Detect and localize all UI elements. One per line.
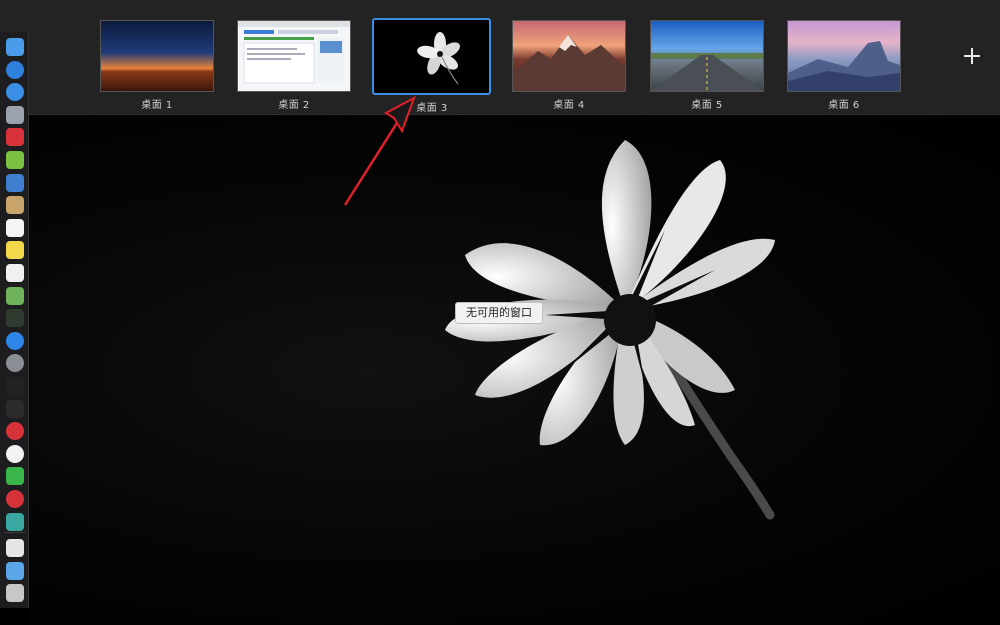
netease-music-icon[interactable] — [6, 490, 24, 508]
road-thumbnail — [651, 53, 763, 91]
activity-monitor-icon[interactable] — [6, 377, 24, 395]
plus-icon[interactable] — [961, 45, 983, 67]
space-5[interactable]: 桌面 5 — [650, 20, 764, 111]
flower-wallpaper — [445, 140, 775, 520]
space-3-label: 桌面 3 — [416, 103, 448, 114]
space-5-label: 桌面 5 — [691, 100, 723, 111]
preview-icon[interactable] — [6, 173, 24, 192]
notebook-icon[interactable] — [6, 196, 24, 215]
space-1-label: 桌面 1 — [141, 100, 173, 111]
yosemite-thumbnail — [788, 41, 900, 91]
app-store-icon[interactable] — [6, 331, 24, 350]
space-4[interactable]: 桌面 4 — [512, 20, 626, 111]
space-4-label: 桌面 4 — [553, 100, 585, 111]
finder-icon[interactable] — [6, 38, 24, 56]
launchpad-icon[interactable] — [6, 105, 24, 124]
spaces-bar: 桌面 1 桌面 2 桌面 3 桌面 4 桌面 5 桌面 6 — [0, 0, 1000, 115]
wechat-icon[interactable] — [6, 467, 24, 486]
desktop-wallpaper — [30, 115, 1000, 625]
music-icon[interactable] — [6, 539, 24, 558]
app-red-icon[interactable] — [6, 128, 24, 147]
space-2[interactable]: 桌面 2 — [237, 20, 351, 111]
android-icon[interactable] — [6, 151, 24, 169]
trash-icon[interactable] — [6, 584, 24, 603]
maps-icon[interactable] — [6, 286, 24, 305]
terminal-green-icon[interactable] — [6, 309, 24, 328]
space-6-thumbnail[interactable] — [787, 20, 901, 92]
vivaldi-icon[interactable] — [6, 422, 24, 441]
notes-icon[interactable] — [6, 241, 24, 260]
space-4-thumbnail[interactable] — [512, 20, 626, 92]
folder-icon[interactable] — [6, 561, 24, 580]
mountain-thumbnail — [513, 35, 625, 91]
browser-window-thumbnail — [238, 21, 350, 84]
dock — [0, 32, 29, 608]
dock-separator — [4, 532, 26, 534]
app-teal-icon[interactable] — [6, 512, 24, 531]
yandex-icon[interactable] — [6, 444, 24, 463]
space-6-label: 桌面 6 — [828, 100, 860, 111]
space-5-thumbnail[interactable] — [650, 20, 764, 92]
space-3-thumbnail[interactable] — [372, 18, 491, 95]
calendar-icon[interactable] — [6, 218, 24, 237]
system-preferences-icon[interactable] — [6, 354, 24, 373]
space-3[interactable]: 桌面 3 — [372, 18, 491, 114]
no-windows-tooltip: 无可用的窗口 — [455, 302, 543, 324]
terminal-icon[interactable] — [6, 399, 24, 418]
flower-thumbnail — [417, 32, 460, 85]
compass-icon[interactable] — [6, 60, 24, 79]
space-2-label: 桌面 2 — [278, 100, 310, 111]
safari-icon[interactable] — [6, 83, 24, 102]
space-6[interactable]: 桌面 6 — [787, 20, 901, 111]
space-1[interactable]: 桌面 1 — [100, 20, 214, 111]
reminders-icon[interactable] — [6, 264, 24, 282]
space-2-thumbnail[interactable] — [237, 20, 351, 92]
space-1-thumbnail[interactable] — [100, 20, 214, 92]
